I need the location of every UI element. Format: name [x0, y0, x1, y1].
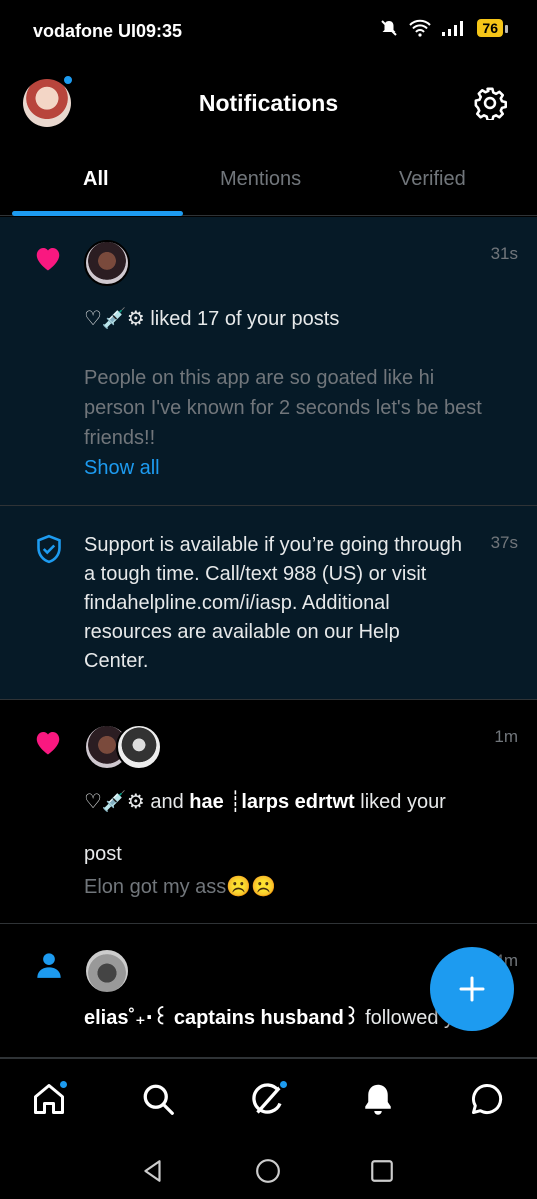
- system-nav-bar: [0, 1140, 537, 1199]
- tab-bar: All Mentions Verified: [0, 146, 537, 216]
- timestamp: 37s: [490, 533, 518, 552]
- show-all-link[interactable]: Show all: [84, 457, 160, 480]
- mute-icon: [381, 20, 398, 36]
- timestamp: 1m: [494, 727, 518, 746]
- tab-indicator: [12, 211, 183, 216]
- post-preview: Elon got my ass☹️☹️: [84, 876, 277, 898]
- status-icons: 76: [379, 18, 508, 38]
- actor-name[interactable]: hae ┊larps edrtwt: [189, 791, 354, 813]
- battery-indicator: 76: [477, 19, 508, 37]
- back-icon[interactable]: [140, 1158, 166, 1184]
- tab-verified[interactable]: Verified: [399, 168, 466, 191]
- signal-icon: [442, 21, 464, 36]
- unread-dot: [62, 74, 74, 86]
- unread-dot: [278, 1079, 289, 1090]
- timestamp: 31s: [490, 244, 518, 263]
- avatar[interactable]: [84, 948, 130, 994]
- wifi-icon: [409, 19, 432, 37]
- actor-name[interactable]: ♡💉⚙: [84, 791, 145, 813]
- post-preview: People on this app are so goated like hi…: [84, 367, 482, 449]
- support-message: Support is available if you’re going thr…: [84, 534, 463, 672]
- page-title: Notifications: [198, 90, 339, 116]
- plus-icon: [459, 976, 485, 1002]
- clock: 09:35: [136, 21, 183, 41]
- action-text: liked 17 of your posts: [150, 308, 340, 330]
- notification-like[interactable]: 31s ♡💉⚙ liked 17 of your posts People on…: [0, 217, 537, 506]
- connector-text: and: [150, 791, 184, 813]
- actor-name[interactable]: ♡💉⚙: [84, 308, 145, 330]
- tab-mentions[interactable]: Mentions: [220, 168, 301, 191]
- notification-support[interactable]: 37s Support is available if you’re going…: [0, 506, 537, 700]
- header: Notifications: [0, 62, 537, 146]
- notification-like[interactable]: 1m ♡💉⚙ and hae ┊larps edrtwt liked your …: [0, 700, 537, 924]
- person-icon: [37, 953, 61, 978]
- actor-name[interactable]: elias˚₊‧꒰ captains husband꒱: [84, 1007, 360, 1029]
- recents-icon[interactable]: [369, 1158, 395, 1184]
- bottom-nav: [0, 1058, 537, 1140]
- heart-icon: [36, 248, 60, 271]
- messages-icon[interactable]: [469, 1081, 505, 1117]
- carrier-name: vodafone UI: [33, 21, 137, 41]
- bell-icon[interactable]: [360, 1081, 396, 1117]
- status-bar: vodafone UI09:35 76: [0, 0, 537, 62]
- gear-icon[interactable]: [473, 86, 507, 120]
- action-text: liked your: [360, 791, 446, 813]
- search-icon[interactable]: [140, 1081, 176, 1117]
- notification-text: ♡💉⚙ liked 17 of your posts: [84, 305, 497, 334]
- notification-text: ♡💉⚙ and hae ┊larps edrtwt liked your: [84, 788, 497, 817]
- action-text-cont: post: [84, 843, 122, 865]
- compose-button[interactable]: [430, 947, 514, 1031]
- home-circle-icon[interactable]: [255, 1158, 281, 1184]
- avatar[interactable]: [84, 240, 130, 286]
- carrier-time: vodafone UI09:35: [33, 21, 182, 42]
- heart-icon: [36, 732, 60, 755]
- shield-check-icon: [37, 534, 61, 564]
- tab-all[interactable]: All: [83, 168, 109, 191]
- unread-dot: [58, 1079, 69, 1090]
- avatar[interactable]: [116, 724, 162, 770]
